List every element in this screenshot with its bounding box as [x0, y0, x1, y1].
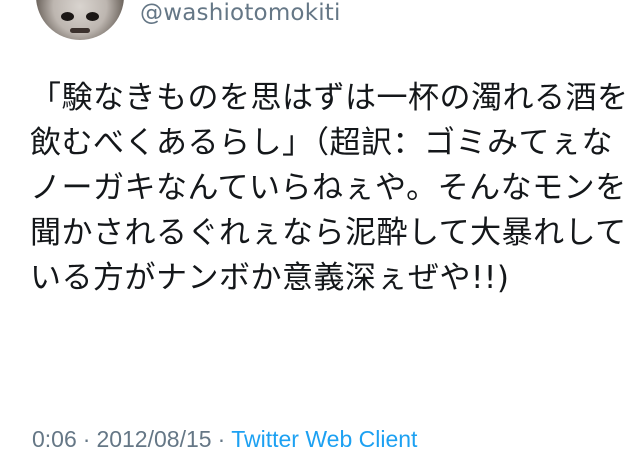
meta-separator: · [82, 426, 91, 452]
avatar-eye-left [61, 12, 74, 21]
avatar-mouth [70, 28, 90, 33]
tweet-header: @washiotomokiti [0, 0, 640, 50]
tweet-client-link[interactable]: Twitter Web Client [231, 426, 417, 452]
tweet-text: 「験なきものを思はずは一杯の濁れる酒を飲むべくあるらし」（超訳：ゴミみてぇなノー… [30, 80, 629, 296]
tweet-date[interactable]: 2012/08/15 [96, 426, 211, 452]
user-handle[interactable]: @washiotomokiti [140, 0, 341, 26]
tweet-time[interactable]: 0:06 [32, 426, 77, 452]
avatar-eye-right [86, 12, 99, 21]
meta-separator: · [217, 426, 226, 452]
avatar[interactable] [36, 0, 124, 40]
tweet-meta: 0:06 · 2012/08/15 · Twitter Web Client [32, 424, 417, 454]
